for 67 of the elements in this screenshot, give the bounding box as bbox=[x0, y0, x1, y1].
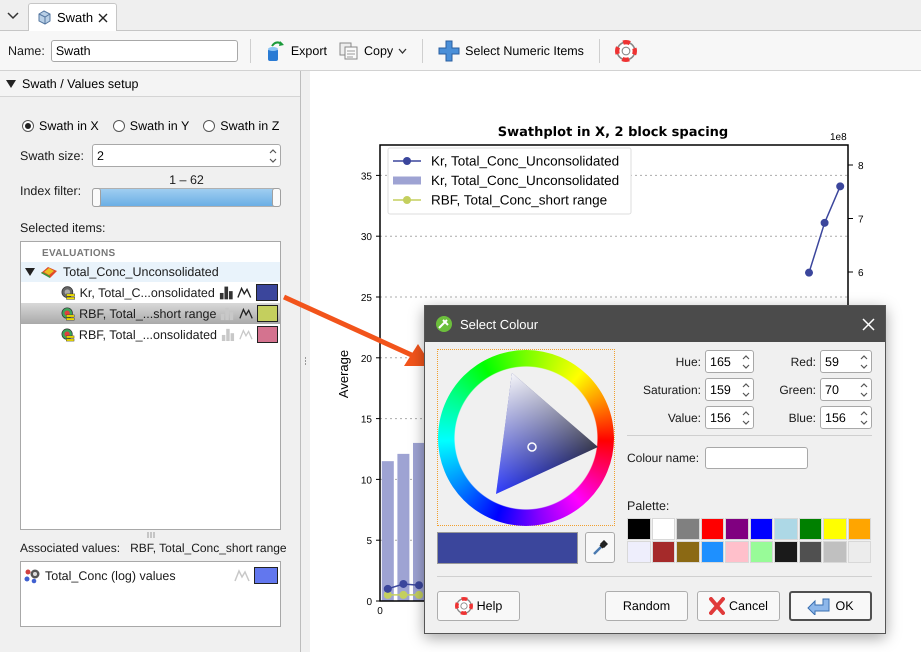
spin-box[interactable]: 156 bbox=[820, 406, 872, 429]
number-input[interactable]: 156 bbox=[821, 410, 859, 424]
swath-size-input[interactable]: 2 bbox=[93, 148, 268, 162]
chart-title: Swathplot in X, 2 block spacing bbox=[498, 125, 728, 140]
tree-item[interactable]: RBF, Total_...onsolidated bbox=[21, 324, 280, 345]
tree-group-row[interactable]: Total_Conc_Unconsolidated bbox=[21, 262, 280, 282]
y-tick-label: 0 bbox=[366, 597, 372, 608]
associated-source: RBF, Total_Conc_short range bbox=[130, 541, 287, 555]
add-button[interactable]: Select Numeric Items bbox=[435, 38, 587, 64]
y-tick-label: 20 bbox=[360, 354, 372, 365]
radio-button[interactable]: Swath in Z bbox=[203, 119, 280, 133]
right-tick-label: 6 bbox=[858, 268, 864, 279]
number-input[interactable]: 159 bbox=[706, 382, 741, 396]
right-tick-label: 8 bbox=[858, 161, 864, 172]
number-input[interactable]: 70 bbox=[821, 382, 859, 396]
spin-box[interactable]: 70 bbox=[820, 378, 872, 401]
field-label: Green: bbox=[778, 382, 816, 396]
spin-box[interactable]: 156 bbox=[705, 406, 754, 429]
name-field[interactable]: Swath bbox=[50, 40, 238, 62]
spin-box[interactable]: 2 bbox=[92, 144, 281, 167]
associated-values-label: Associated values: bbox=[20, 541, 120, 555]
field-label: Hue: bbox=[674, 354, 701, 368]
values-item[interactable]: Total_Conc (log) values bbox=[21, 565, 280, 586]
y-tick-label: 25 bbox=[360, 293, 372, 304]
spin-box[interactable]: 159 bbox=[705, 378, 754, 401]
spin-box[interactable]: 59 bbox=[820, 350, 872, 373]
field-label: Value: bbox=[666, 410, 701, 424]
selected-items-label: Selected items: bbox=[20, 221, 106, 235]
dialog-title: Select Colour bbox=[460, 316, 540, 332]
tab[interactable]: Swath bbox=[28, 3, 118, 31]
legend-label: Kr, Total_Conc_Unconsolidated bbox=[431, 154, 620, 168]
cancel-button[interactable]: Cancel bbox=[697, 591, 780, 621]
random-button[interactable]: Random bbox=[605, 591, 688, 621]
number-input[interactable]: 156 bbox=[706, 410, 741, 424]
right-tick-label: 7 bbox=[858, 214, 864, 226]
number-input[interactable]: 59 bbox=[821, 354, 859, 368]
legend-label: RBF, Total_Conc_short range bbox=[431, 192, 608, 208]
y-tick-label: 35 bbox=[360, 171, 372, 182]
radio-button[interactable]: Swath in Y bbox=[112, 119, 190, 133]
field-label: Blue: bbox=[788, 410, 816, 424]
number-input[interactable]: 165 bbox=[706, 354, 741, 368]
y-tick-label: 10 bbox=[360, 475, 372, 486]
panel-header[interactable]: Swath / Values setup bbox=[0, 71, 300, 97]
section-heading: EVALUATIONS bbox=[41, 247, 116, 261]
range-label: 1 – 62 bbox=[168, 173, 205, 187]
tree-item[interactable]: Kr, Total_C...onsolidated bbox=[21, 282, 280, 303]
y-tick-label: 15 bbox=[360, 414, 372, 426]
axis-multiplier: 1e8 bbox=[830, 132, 847, 143]
field-label: Saturation: bbox=[642, 382, 701, 396]
field-label: Red: bbox=[790, 354, 816, 368]
colour-name-label: Colour name: bbox=[627, 451, 700, 465]
legend-label: Kr, Total_Conc_Unconsolidated bbox=[431, 173, 620, 188]
spin-box[interactable]: 165 bbox=[705, 350, 754, 373]
index-filter-label: Index filter: bbox=[20, 184, 82, 198]
y-axis-label: Average bbox=[336, 350, 351, 398]
help-button[interactable]: Help bbox=[437, 591, 520, 621]
palette-label: Palette: bbox=[627, 499, 670, 513]
radio-button[interactable]: Swath in X bbox=[22, 119, 99, 133]
swath-size-label: Swath size: bbox=[20, 148, 85, 162]
name-label: Name: bbox=[8, 44, 45, 58]
y-tick-label: 30 bbox=[360, 232, 372, 244]
y-tick-label: 5 bbox=[366, 536, 372, 548]
copy-button[interactable]: Copy bbox=[336, 40, 410, 62]
ok-button[interactable]: OK bbox=[789, 591, 872, 621]
x-tick-label: 0 bbox=[377, 606, 383, 617]
tree-item[interactable]: RBF, Total_...short range bbox=[21, 303, 280, 324]
export-button[interactable]: Export bbox=[262, 38, 330, 64]
